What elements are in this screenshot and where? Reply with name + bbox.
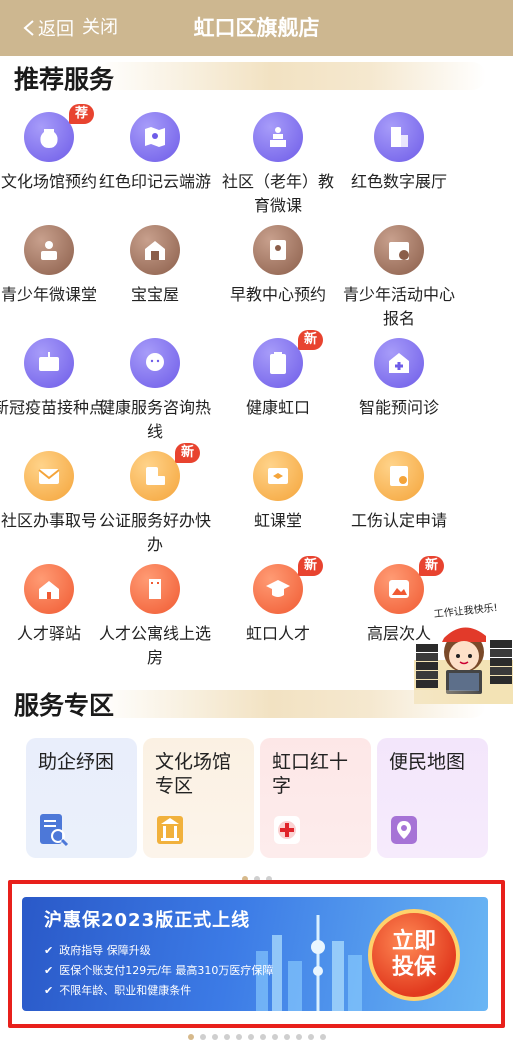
service-item[interactable]: 红色印记云端游	[91, 112, 219, 194]
card-convenience-map[interactable]: 便民地图	[377, 738, 488, 858]
house-icon	[130, 225, 180, 275]
person-face-icon	[130, 338, 180, 388]
service-item[interactable]: 新健康虹口	[214, 330, 342, 420]
map-location-icon	[391, 816, 417, 844]
pager-dot	[283, 1034, 290, 1040]
service-badge: 新	[418, 556, 444, 576]
service-item[interactable]: 新公证服务好办快办	[91, 443, 219, 557]
mascot-illustration: 工作让我快乐!	[414, 602, 513, 704]
service-label: 红色印记云端游	[98, 172, 211, 191]
service-label: 人才公寓线上选房	[98, 624, 211, 667]
service-item[interactable]: 宝宝屋	[91, 225, 219, 307]
service-label: 社区（老年）教育微课	[221, 172, 334, 215]
card-enterprise-relief[interactable]: 助企纾困	[26, 738, 137, 858]
service-item[interactable]: 虹课堂	[214, 451, 342, 533]
card-title: 虹口红十字	[272, 751, 349, 797]
envelope-icon	[24, 451, 74, 501]
header-bar: 返回 关闭 虹口区旗舰店	[0, 0, 513, 56]
mascot-caption: 工作让我快乐!	[433, 602, 498, 621]
card-title: 便民地图	[389, 751, 466, 773]
cta-text-line: 立即	[391, 929, 436, 954]
service-label: 公证服务好办快办	[98, 511, 211, 554]
service-label: 虹课堂	[253, 511, 302, 530]
clipboard-icon: 新	[253, 330, 323, 388]
school-icon	[24, 564, 74, 614]
calendar-icon	[374, 225, 424, 275]
card-hongkou-red-cross[interactable]: 虹口红十字	[260, 738, 371, 858]
banner-pager-dots	[0, 1034, 513, 1044]
pager-dot	[307, 1034, 314, 1040]
check-icon: ✔	[44, 964, 54, 977]
service-item[interactable]: 健康服务咨询热线	[91, 338, 219, 444]
pager-dot	[259, 1034, 266, 1040]
service-label: 虹口人才	[245, 624, 310, 643]
pager-dot	[247, 1034, 254, 1040]
check-icon: ✔	[44, 984, 54, 997]
map-pin-icon	[130, 112, 180, 162]
banner-feature-text: 政府指导 保障升级	[59, 944, 151, 957]
check-icon: ✔	[44, 944, 54, 957]
service-label: 早教中心预约	[229, 285, 326, 304]
service-item[interactable]: 人才公寓线上选房	[91, 564, 219, 670]
banner-title: 沪惠保2023版正式上线	[44, 910, 251, 931]
service-badge: 新	[297, 330, 323, 350]
service-badge: 新	[297, 556, 323, 576]
certificate-icon	[374, 451, 424, 501]
banner-feature-line: ✔ 不限年龄、职业和健康条件	[44, 983, 191, 999]
lecture-icon	[253, 112, 303, 162]
building-icon	[374, 112, 424, 162]
document-search-icon	[40, 814, 69, 847]
hospital-icon	[374, 338, 424, 388]
pavilion-icon	[157, 816, 183, 844]
card-title: 文化场馆专区	[155, 751, 232, 797]
service-item[interactable]: 工伤认定申请	[335, 451, 463, 533]
scale-mail-icon: 新	[130, 443, 200, 501]
graduation-board-icon	[253, 451, 303, 501]
section-title-decoration	[96, 62, 486, 90]
pager-dot	[211, 1034, 218, 1040]
insure-now-button[interactable]: 立即 投保	[368, 909, 460, 1001]
service-item[interactable]: 社区（老年）教育微课	[214, 112, 342, 218]
service-label: 红色数字展厅	[350, 172, 447, 191]
service-item[interactable]: 智能预问诊	[335, 338, 463, 420]
banner-feature-text: 医保个账支付129元/年 最高310万医疗保障	[59, 964, 274, 977]
insurance-banner[interactable]: 沪惠保2023版正式上线 ✔ 政府指导 保障升级 ✔ 医保个账支付129元/年 最高…	[22, 897, 488, 1011]
pager-dot	[199, 1034, 206, 1040]
service-label: 宝宝屋	[130, 285, 179, 304]
vaccine-sign-icon	[24, 338, 74, 388]
pager-dot	[319, 1034, 326, 1040]
service-zone-section-title: 服务专区	[14, 691, 115, 720]
grad-cap-icon: 新	[253, 556, 323, 614]
banner-feature-line: ✔ 医保个账支付129元/年 最高310万医疗保障	[44, 963, 273, 979]
service-item[interactable]: 红色数字展厅	[335, 112, 463, 194]
city-skyline-illustration	[256, 915, 362, 1011]
classroom-icon	[24, 225, 74, 275]
section-title-decoration	[96, 690, 486, 718]
service-item[interactable]: 早教中心预约	[214, 225, 342, 307]
child-card-icon	[253, 225, 303, 275]
service-label: 健康虹口	[245, 398, 310, 417]
pager-dot	[223, 1034, 230, 1040]
card-culture-venue-zone[interactable]: 文化场馆专区	[143, 738, 254, 858]
service-label: 工伤认定申请	[350, 511, 447, 530]
pager-dot-active	[187, 1034, 194, 1040]
pager-dot	[295, 1034, 302, 1040]
cta-text-line: 投保	[391, 955, 436, 980]
recommended-section-title: 推荐服务	[14, 65, 115, 94]
service-item[interactable]: 青少年活动中心报名	[335, 225, 463, 331]
vase-icon: 荐	[24, 104, 94, 162]
banner-feature-text: 不限年龄、职业和健康条件	[59, 984, 192, 997]
pager-dot	[235, 1034, 242, 1040]
card-title: 助企纾困	[38, 751, 115, 773]
service-label: 智能预问诊	[358, 398, 439, 417]
pager-dot	[271, 1034, 278, 1040]
service-item[interactable]: 新虹口人才	[214, 556, 342, 646]
apartment-icon	[130, 564, 180, 614]
page-title: 虹口区旗舰店	[193, 16, 320, 40]
red-cross-icon	[274, 816, 300, 844]
service-label: 青少年活动中心报名	[342, 285, 455, 328]
banner-feature-line: ✔ 政府指导 保障升级	[44, 943, 151, 959]
service-label: 健康服务咨询热线	[98, 398, 211, 441]
service-badge: 新	[174, 443, 200, 463]
